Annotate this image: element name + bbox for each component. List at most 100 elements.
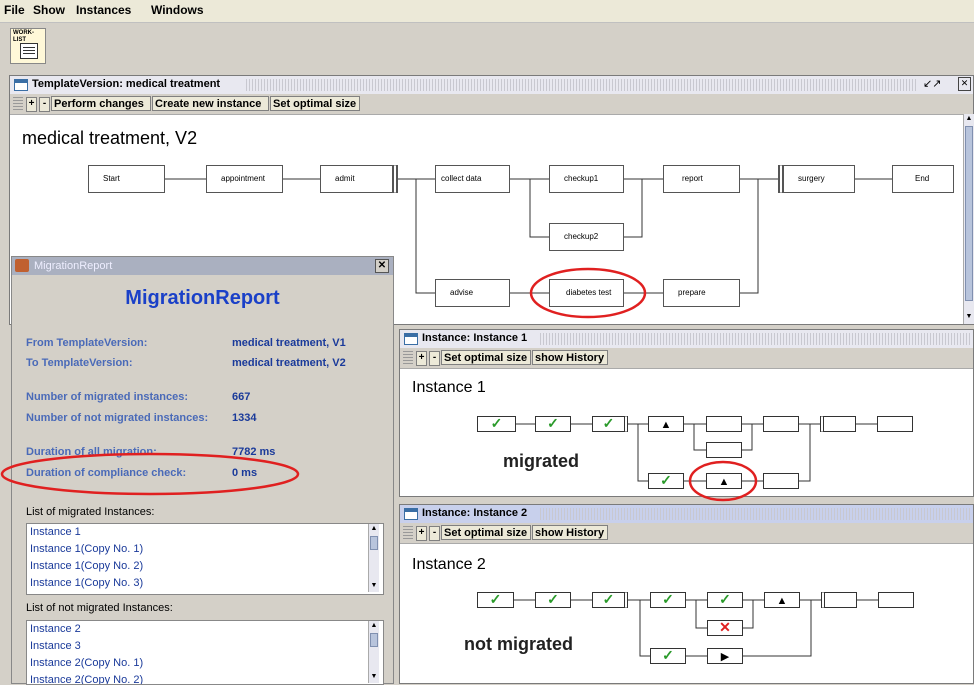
instance2-node[interactable]: ✕ xyxy=(707,620,743,636)
check-icon: ✓ xyxy=(602,591,615,607)
set-optimal-size-button[interactable]: Set optimal size xyxy=(441,525,531,540)
list-item[interactable]: Instance 2(Copy No. 2) xyxy=(27,672,383,684)
template-window-titlebar[interactable]: TemplateVersion: medical treatment ↙↗ ✕ xyxy=(10,76,973,95)
migrated-list-scrollbar[interactable]: ▲ ▼ xyxy=(368,524,379,592)
instance1-status: migrated xyxy=(503,451,580,471)
instance2-titlebar[interactable]: Instance: Instance 2 xyxy=(400,505,973,524)
instance1-node[interactable]: ✓ xyxy=(535,416,571,432)
check-icon: ✓ xyxy=(490,415,503,431)
node-surgery[interactable]: surgery xyxy=(778,165,855,193)
check-icon: ✓ xyxy=(547,591,559,607)
close-icon[interactable]: ✕ xyxy=(958,77,971,91)
instance2-node[interactable]: ✓ xyxy=(592,592,628,608)
check-icon: ✓ xyxy=(719,591,731,607)
node-appointment[interactable]: appointment xyxy=(206,165,283,193)
instance1-node[interactable] xyxy=(763,416,799,432)
zoom-in-button[interactable]: + xyxy=(416,351,427,366)
instance1-node[interactable] xyxy=(820,416,856,432)
instance2-node[interactable]: ✓ xyxy=(650,592,686,608)
scroll-down-arrow[interactable]: ▼ xyxy=(369,672,379,682)
migration-report-dialog: MigrationReport ✕ MigrationReport From T… xyxy=(11,256,394,685)
scroll-up-arrow[interactable]: ▲ xyxy=(369,621,379,631)
instance2-node[interactable]: ▶ xyxy=(707,648,743,664)
list-item[interactable]: Instance 3 xyxy=(27,638,383,655)
create-instance-button[interactable]: Create new instance xyxy=(152,96,269,111)
list-item[interactable]: Instance 1 xyxy=(27,524,383,541)
node-collect-data[interactable]: collect data xyxy=(435,165,510,193)
set-optimal-size-button[interactable]: Set optimal size xyxy=(270,96,360,111)
instance2-node[interactable]: ✓ xyxy=(535,592,571,608)
set-optimal-size-button[interactable]: Set optimal size xyxy=(441,350,531,365)
list-item[interactable]: Instance 1(Copy No. 2) xyxy=(27,558,383,575)
scroll-thumb[interactable] xyxy=(370,536,378,550)
list-item[interactable]: Instance 1(Copy No. 3) xyxy=(27,575,383,592)
list-item[interactable]: Instance 2(Copy No. 1) xyxy=(27,655,383,672)
node-advise[interactable]: advise xyxy=(435,279,510,307)
instance1-node[interactable]: ▲ xyxy=(706,473,742,489)
node-diabetes-test[interactable]: diabetes test xyxy=(549,279,624,307)
instance2-node[interactable]: ✓ xyxy=(707,592,743,608)
instance1-node[interactable]: ✓ xyxy=(592,416,628,432)
template-scrollbar[interactable]: ▲ ▼ xyxy=(963,114,974,324)
menu-bar: File Show Instances Windows xyxy=(0,0,974,23)
node-checkup2[interactable]: checkup2 xyxy=(549,223,624,251)
node-report[interactable]: report xyxy=(663,165,740,193)
menu-windows[interactable]: Windows xyxy=(151,3,204,17)
cross-icon: ✕ xyxy=(719,619,731,635)
node-checkup1[interactable]: checkup1 xyxy=(549,165,624,193)
instance1-node[interactable] xyxy=(763,473,799,489)
node-end[interactable]: End xyxy=(892,165,954,193)
zoom-in-button[interactable]: + xyxy=(416,526,427,541)
menu-file[interactable]: File xyxy=(4,3,25,17)
scroll-up-arrow[interactable]: ▲ xyxy=(369,524,379,534)
zoom-in-button[interactable]: + xyxy=(26,97,37,112)
instance2-node[interactable] xyxy=(821,592,857,608)
instance1-node[interactable]: ✓ xyxy=(477,416,516,432)
close-icon[interactable]: ✕ xyxy=(375,259,389,273)
report-label: Number of not migrated instances: xyxy=(26,412,209,424)
migration-report-titlebar[interactable]: MigrationReport ✕ xyxy=(12,257,393,275)
report-value: 1334 xyxy=(232,412,257,424)
show-history-button[interactable]: show History xyxy=(532,350,608,365)
instance2-node[interactable] xyxy=(878,592,914,608)
instance1-node[interactable] xyxy=(706,442,742,458)
migrated-list[interactable]: Instance 1 Instance 1(Copy No. 1) Instan… xyxy=(26,523,384,595)
migrated-list-label: List of migrated Instances: xyxy=(26,506,155,518)
not-migrated-list-label: List of not migrated Instances: xyxy=(26,602,173,614)
instance2-node[interactable]: ✓ xyxy=(650,648,686,664)
report-value: 7782 ms xyxy=(232,446,276,458)
scroll-thumb[interactable] xyxy=(965,126,973,301)
worklist-button[interactable]: WORK- LIST xyxy=(10,28,46,64)
scroll-down-arrow[interactable]: ▼ xyxy=(369,581,379,591)
instance1-node[interactable]: ▲ xyxy=(648,416,684,432)
node-admit[interactable]: admit xyxy=(320,165,398,193)
check-icon: ✓ xyxy=(547,415,559,431)
node-prepare[interactable]: prepare xyxy=(663,279,740,307)
scroll-up-arrow[interactable]: ▲ xyxy=(964,114,974,124)
instance1-node[interactable] xyxy=(706,416,742,432)
instance1-node[interactable]: ✓ xyxy=(648,473,684,489)
report-label: Duration of all migration: xyxy=(26,446,157,458)
menu-show[interactable]: Show xyxy=(33,3,65,17)
instance2-node[interactable]: ▲ xyxy=(764,592,800,608)
instance1-title: Instance: Instance 1 xyxy=(422,332,528,344)
list-item[interactable]: Instance 2 xyxy=(27,621,383,638)
show-history-button[interactable]: show History xyxy=(532,525,608,540)
zoom-out-button[interactable]: - xyxy=(39,97,50,112)
template-button-row: + - Perform changes Create new instance … xyxy=(10,94,973,115)
zoom-out-button[interactable]: - xyxy=(429,351,440,366)
not-migrated-list-scrollbar[interactable]: ▲ ▼ xyxy=(368,621,379,683)
menu-instances[interactable]: Instances xyxy=(76,3,131,17)
restore-icon[interactable]: ↙↗ xyxy=(923,77,941,90)
list-item[interactable]: Instance 1(Copy No. 1) xyxy=(27,541,383,558)
scroll-thumb[interactable] xyxy=(370,633,378,647)
instance2-node[interactable]: ✓ xyxy=(477,592,514,608)
scroll-down-arrow[interactable]: ▼ xyxy=(964,312,974,322)
node-start[interactable]: Start xyxy=(88,165,165,193)
report-value: 667 xyxy=(232,391,251,403)
not-migrated-list[interactable]: Instance 2 Instance 3 Instance 2(Copy No… xyxy=(26,620,384,685)
perform-changes-button[interactable]: Perform changes xyxy=(51,96,151,111)
instance1-titlebar[interactable]: Instance: Instance 1 xyxy=(400,330,973,349)
zoom-out-button[interactable]: - xyxy=(429,526,440,541)
instance1-node[interactable] xyxy=(877,416,913,432)
